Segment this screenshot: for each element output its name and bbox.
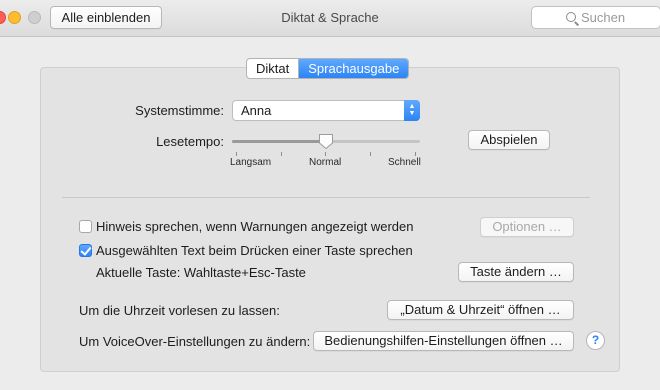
tab-speech[interactable]: Sprachausgabe: [298, 59, 409, 78]
options-button[interactable]: Optionen …: [480, 217, 574, 237]
tab-dictation[interactable]: Diktat: [247, 59, 298, 78]
speak-selection-label: Ausgewählten Text beim Drücken einer Tas…: [96, 243, 413, 258]
speak-warnings-label: Hinweis sprechen, wenn Warnungen angezei…: [96, 219, 414, 234]
rate-min-label: Langsam: [230, 157, 272, 168]
speak-selection-checkbox[interactable]: [79, 244, 92, 257]
speak-warnings-checkbox[interactable]: [79, 220, 92, 233]
current-key-label: Aktuelle Taste: Wahltaste+Esc-Taste: [96, 265, 306, 280]
rate-max-label: Schnell: [388, 157, 421, 168]
speaking-rate-slider-knob[interactable]: [318, 133, 334, 150]
section-divider: [62, 197, 590, 198]
rate-mid-label: Normal: [309, 157, 342, 168]
open-date-time-button[interactable]: „Datum & Uhrzeit“ öffnen …: [387, 300, 574, 320]
search-icon: [566, 12, 576, 22]
system-voice-select[interactable]: Anna ▲ ▼: [232, 100, 420, 121]
help-button[interactable]: ?: [586, 331, 605, 350]
change-key-button[interactable]: Taste ändern …: [458, 262, 574, 282]
open-accessibility-button[interactable]: Bedienungshilfen-Einstellungen öffnen …: [313, 331, 574, 351]
title-bar: Alle einblenden Diktat & Sprache Suchen: [0, 0, 660, 37]
clock-label: Um die Uhrzeit vorlesen zu lassen:: [79, 303, 280, 318]
slider-tick: [325, 152, 326, 156]
slider-tick: [370, 152, 371, 156]
system-voice-value: Anna: [241, 103, 272, 118]
search-input[interactable]: Suchen: [531, 6, 660, 29]
slider-tick: [415, 152, 416, 156]
system-voice-label: Systemstimme:: [135, 103, 224, 118]
play-button[interactable]: Abspielen: [468, 130, 550, 150]
slider-tick: [281, 152, 282, 156]
search-placeholder: Suchen: [581, 10, 626, 25]
tab-bar: Diktat Sprachausgabe: [246, 58, 410, 79]
speaking-rate-fill: [232, 140, 326, 143]
speaking-rate-label: Lesetempo:: [156, 134, 224, 149]
updown-arrows-icon: ▲ ▼: [404, 100, 420, 121]
slider-tick: [236, 152, 237, 156]
voiceover-label: Um VoiceOver-Einstellungen zu ändern:: [79, 334, 311, 349]
